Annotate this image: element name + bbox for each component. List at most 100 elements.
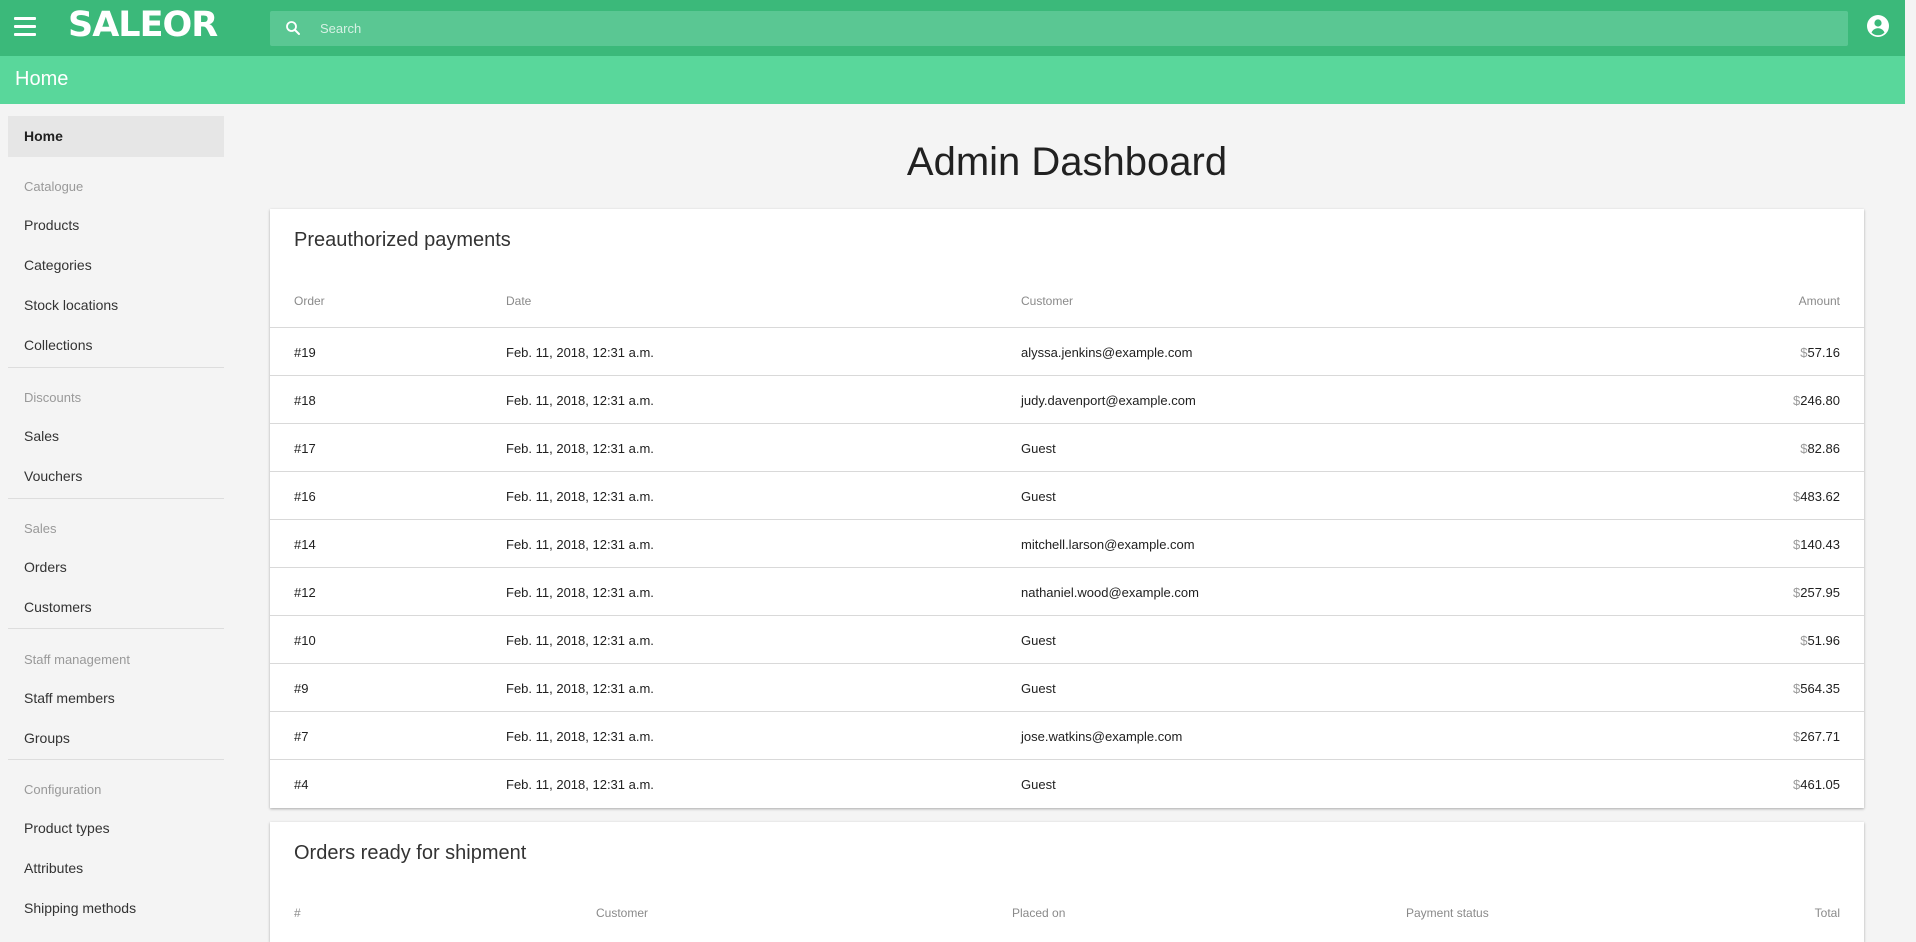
order-amount: $246.80 xyxy=(1793,393,1840,408)
order-date: Feb. 11, 2018, 12:31 a.m. xyxy=(506,537,654,552)
sidebar-section-staff-management: Staff management xyxy=(24,652,130,667)
column-header-order[interactable]: Order xyxy=(294,294,325,308)
order-number: #19 xyxy=(294,345,316,360)
search-icon xyxy=(286,21,300,35)
sidebar-divider xyxy=(8,367,224,368)
customer-email: Guest xyxy=(1021,681,1056,696)
order-amount: $257.95 xyxy=(1793,585,1840,600)
sidebar-item-stock-locations[interactable]: Stock locations xyxy=(24,297,118,313)
customer-email: mitchell.larson@example.com xyxy=(1021,537,1195,552)
sidebar-item-collections[interactable]: Collections xyxy=(24,337,92,353)
page-title: Home xyxy=(15,68,69,90)
order-amount: $51.96 xyxy=(1800,633,1840,648)
order-number: #14 xyxy=(294,537,316,552)
customer-email: Guest xyxy=(1021,441,1056,456)
sidebar-item-groups[interactable]: Groups xyxy=(24,730,70,746)
menu-icon[interactable] xyxy=(14,17,36,39)
amount-value: 461.05 xyxy=(1800,777,1840,792)
sidebar-item-categories[interactable]: Categories xyxy=(24,257,92,273)
sidebar-item-sales[interactable]: Sales xyxy=(24,428,59,444)
order-date: Feb. 11, 2018, 12:31 a.m. xyxy=(506,489,654,504)
table-row[interactable]: #17 Feb. 11, 2018, 12:31 a.m. Guest $82.86 xyxy=(270,423,1864,471)
order-date: Feb. 11, 2018, 12:31 a.m. xyxy=(506,729,654,744)
amount-value: 51.96 xyxy=(1807,633,1840,648)
column-header-amount[interactable]: Amount xyxy=(1799,294,1840,308)
sidebar-item-products[interactable]: Products xyxy=(24,217,79,233)
amount-value: 82.86 xyxy=(1807,441,1840,456)
customer-email: jose.watkins@example.com xyxy=(1021,729,1183,744)
sidebar-section-catalogue: Catalogue xyxy=(24,179,84,194)
table-row[interactable]: #9 Feb. 11, 2018, 12:31 a.m. Guest $564.35 xyxy=(270,663,1864,711)
order-amount: $140.43 xyxy=(1793,537,1840,552)
saleor-logo[interactable]: SALEOR xyxy=(68,5,218,45)
order-date: Feb. 11, 2018, 12:31 a.m. xyxy=(506,681,654,696)
table-row[interactable]: #10 Feb. 11, 2018, 12:31 a.m. Guest $51.96 xyxy=(270,615,1864,663)
table-row[interactable]: #16 Feb. 11, 2018, 12:31 a.m. Guest $483.62 xyxy=(270,471,1864,519)
amount-value: 246.80 xyxy=(1800,393,1840,408)
column-header-date[interactable]: Date xyxy=(506,294,531,308)
table-row[interactable]: #14 Feb. 11, 2018, 12:31 a.m. mitchell.lar… xyxy=(270,519,1864,567)
table-header: # Customer Placed on Payment status Tota… xyxy=(270,906,1864,924)
column-header-customer[interactable]: Customer xyxy=(1021,294,1073,308)
amount-value: 483.62 xyxy=(1800,489,1840,504)
column-header-customer[interactable]: Customer xyxy=(596,906,648,920)
table-row[interactable]: #19 Feb. 11, 2018, 12:31 a.m. alyssa.jenki… xyxy=(270,327,1864,375)
order-amount: $483.62 xyxy=(1793,489,1840,504)
card-title: Preauthorized payments xyxy=(294,229,511,251)
sidebar: Home Catalogue Products Categories Stock… xyxy=(0,104,230,930)
sidebar-item-vouchers[interactable]: Vouchers xyxy=(24,468,82,484)
sidebar-section-discounts: Discounts xyxy=(24,390,82,405)
column-header-number[interactable]: # xyxy=(294,906,301,920)
column-header-placed-on[interactable]: Placed on xyxy=(1012,906,1065,920)
order-number: #9 xyxy=(294,681,309,696)
order-amount: $82.86 xyxy=(1800,441,1840,456)
amount-value: 57.16 xyxy=(1807,345,1840,360)
sidebar-item-shipping-methods[interactable]: Shipping methods xyxy=(24,900,136,916)
sidebar-divider xyxy=(8,759,224,760)
order-number: #10 xyxy=(294,633,316,648)
amount-value: 257.95 xyxy=(1800,585,1840,600)
order-number: #4 xyxy=(294,777,309,792)
top-app-bar: SALEOR xyxy=(0,0,1905,56)
column-header-payment-status[interactable]: Payment status xyxy=(1406,906,1489,920)
order-amount: $564.35 xyxy=(1793,681,1840,696)
sidebar-item-customers[interactable]: Customers xyxy=(24,599,92,615)
search-input[interactable] xyxy=(320,11,1820,46)
account-circle-icon[interactable] xyxy=(1866,14,1890,38)
sidebar-item-product-types[interactable]: Product types xyxy=(24,820,110,836)
customer-email: nathaniel.wood@example.com xyxy=(1021,585,1199,600)
column-header-total[interactable]: Total xyxy=(1815,906,1840,920)
table-row[interactable]: #12 Feb. 11, 2018, 12:31 a.m. nathaniel.wo… xyxy=(270,567,1864,615)
search-bar[interactable] xyxy=(270,11,1848,46)
page-header-bar: Home xyxy=(0,56,1905,104)
amount-value: 267.71 xyxy=(1800,729,1840,744)
order-number: #7 xyxy=(294,729,309,744)
sidebar-section-configuration: Configuration xyxy=(24,782,102,797)
table-row[interactable]: #7 Feb. 11, 2018, 12:31 a.m. jose.watkins@… xyxy=(270,711,1864,759)
customer-email: Guest xyxy=(1021,633,1056,648)
customer-email: alyssa.jenkins@example.com xyxy=(1021,345,1193,360)
card-title: Orders ready for shipment xyxy=(294,842,527,864)
dashboard-heading: Admin Dashboard xyxy=(906,140,1228,184)
order-date: Feb. 11, 2018, 12:31 a.m. xyxy=(506,633,654,648)
order-date: Feb. 11, 2018, 12:31 a.m. xyxy=(506,345,654,360)
order-number: #16 xyxy=(294,489,316,504)
sidebar-divider xyxy=(8,628,224,629)
sidebar-section-sales: Sales xyxy=(24,521,57,536)
order-number: #12 xyxy=(294,585,316,600)
order-date: Feb. 11, 2018, 12:31 a.m. xyxy=(506,441,654,456)
sidebar-item-home[interactable]: Home xyxy=(8,116,224,157)
order-number: #17 xyxy=(294,441,316,456)
sidebar-item-attributes[interactable]: Attributes xyxy=(24,860,83,876)
table-row[interactable]: #4 Feb. 11, 2018, 12:31 a.m. Guest $461.05 xyxy=(270,759,1864,807)
sidebar-item-staff-members[interactable]: Staff members xyxy=(24,690,115,706)
table-row[interactable]: #18 Feb. 11, 2018, 12:31 a.m. judy.davenpo… xyxy=(270,375,1864,423)
sidebar-item-orders[interactable]: Orders xyxy=(24,559,67,575)
amount-value: 140.43 xyxy=(1800,537,1840,552)
order-date: Feb. 11, 2018, 12:31 a.m. xyxy=(506,777,654,792)
customer-email: judy.davenport@example.com xyxy=(1021,393,1196,408)
preauthorized-payments-card: Preauthorized payments Order Date Custom… xyxy=(270,209,1864,808)
order-amount: $461.05 xyxy=(1793,777,1840,792)
customer-email: Guest xyxy=(1021,489,1056,504)
order-amount: $57.16 xyxy=(1800,345,1840,360)
